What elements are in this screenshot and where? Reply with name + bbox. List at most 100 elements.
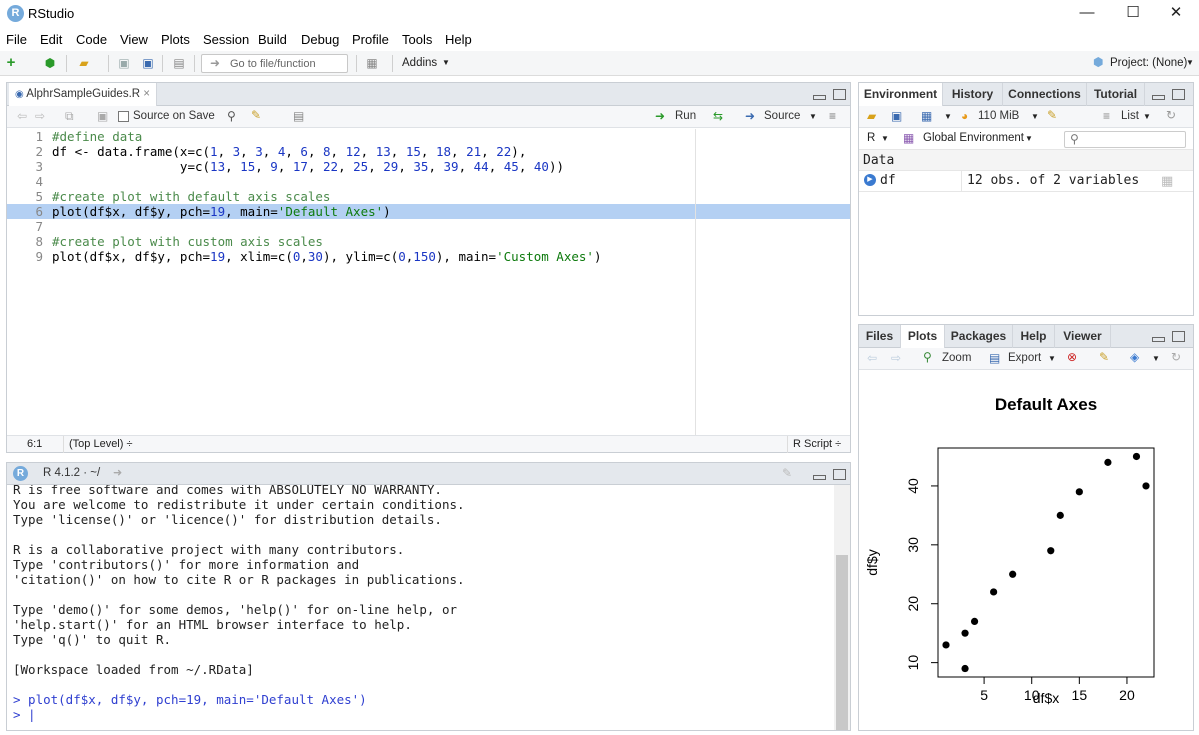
print-icon[interactable]: ▤: [171, 55, 187, 71]
code-line[interactable]: 6 plot(df$x, df$y, pch=19, main='Default …: [7, 204, 850, 219]
tab-environment[interactable]: Environment: [859, 83, 943, 107]
code-line[interactable]: 8 #create plot with custom axis scales: [7, 234, 850, 249]
tab-files[interactable]: Files: [859, 325, 901, 348]
code-line[interactable]: 2 df <- data.frame(x=c(1, 3, 3, 4, 6, 8, …: [7, 144, 850, 159]
save-all-icon[interactable]: ▣: [140, 55, 156, 71]
menu-edit[interactable]: Edit: [40, 32, 62, 47]
next-plot-icon[interactable]: ⇨: [891, 351, 901, 365]
menu-profile[interactable]: Profile: [352, 32, 389, 47]
open-file-icon[interactable]: ▰: [76, 55, 92, 71]
project-dropdown-icon[interactable]: ▼: [1186, 58, 1194, 67]
console-prompt[interactable]: > |: [13, 707, 465, 722]
tab-history[interactable]: History: [943, 83, 1003, 106]
list-dropdown-icon[interactable]: ▼: [1143, 112, 1151, 121]
menu-build[interactable]: Build: [258, 32, 287, 47]
import-dataset-icon[interactable]: ▦: [921, 109, 932, 123]
refresh-plot-icon[interactable]: ↻: [1171, 350, 1181, 364]
remove-plot-icon[interactable]: ⊗: [1067, 350, 1077, 364]
load-workspace-icon[interactable]: ▰: [867, 109, 876, 123]
plots-maximize-icon[interactable]: [1172, 331, 1185, 342]
source-dropdown-icon[interactable]: ▼: [809, 112, 817, 121]
forward-icon[interactable]: ⇨: [35, 109, 45, 123]
plots-minimize-icon[interactable]: [1152, 337, 1165, 342]
clear-plots-icon[interactable]: ✎: [1099, 350, 1109, 364]
console-maximize-icon[interactable]: [833, 469, 846, 480]
code-line[interactable]: 4: [7, 174, 850, 189]
save-file-icon[interactable]: ▣: [97, 109, 108, 123]
refresh-icon[interactable]: ↻: [1166, 108, 1176, 122]
tab-viewer[interactable]: Viewer: [1055, 325, 1111, 348]
global-environment-selector[interactable]: Global Environment: [923, 132, 1024, 144]
code-line[interactable]: 7: [7, 219, 850, 234]
menu-file[interactable]: File: [6, 32, 27, 47]
addins-dropdown-icon[interactable]: ▼: [442, 58, 450, 67]
menu-plots[interactable]: Plots: [161, 32, 190, 47]
save-workspace-icon[interactable]: ▣: [891, 109, 902, 123]
environment-row-df[interactable]: ▶ df 12 obs. of 2 variables ▦: [859, 171, 1193, 192]
export-dropdown-icon[interactable]: ▼: [1048, 354, 1056, 363]
minimize-pane-icon[interactable]: [813, 95, 826, 100]
tab-source-file[interactable]: ◉ AlphrSampleGuides.R ×: [9, 83, 157, 107]
source-button[interactable]: Source: [764, 110, 800, 122]
menu-help[interactable]: Help: [445, 32, 472, 47]
code-line[interactable]: 9 plot(df$x, df$y, pch=19, xlim=c(0,30), …: [7, 249, 850, 264]
memory-dropdown-icon[interactable]: ▼: [1031, 112, 1039, 121]
env-minimize-icon[interactable]: [1152, 95, 1165, 100]
menu-view[interactable]: View: [120, 32, 148, 47]
menu-tools[interactable]: Tools: [402, 32, 432, 47]
import-dropdown-icon[interactable]: ▼: [944, 112, 952, 121]
compile-report-icon[interactable]: ▤: [293, 109, 304, 123]
close-tab-icon[interactable]: ×: [143, 88, 150, 100]
code-editor[interactable]: 1 #define data 2 df <- data.frame(x=c(1, 3,…: [7, 129, 850, 435]
back-icon[interactable]: ⇦: [17, 109, 27, 123]
menu-debug[interactable]: Debug: [301, 32, 339, 47]
addins-menu[interactable]: Addins: [402, 57, 437, 69]
run-button[interactable]: Run: [675, 110, 696, 122]
environment-search-input[interactable]: ⚲: [1064, 131, 1186, 148]
source-on-save-checkbox[interactable]: [118, 111, 129, 122]
menu-session[interactable]: Session: [203, 32, 249, 47]
search-icon[interactable]: ⚲: [227, 109, 236, 123]
tab-help[interactable]: Help: [1013, 325, 1055, 348]
tab-packages[interactable]: Packages: [945, 325, 1013, 348]
rerun-icon[interactable]: ⇆: [713, 109, 723, 123]
go-to-directory-icon[interactable]: ➜: [113, 466, 122, 479]
expand-icon[interactable]: ▶: [864, 174, 876, 186]
new-project-icon[interactable]: ⬢: [42, 55, 58, 71]
show-in-window-icon[interactable]: ⧉: [65, 109, 74, 124]
publish-icon[interactable]: ◈: [1130, 350, 1139, 364]
code-line[interactable]: 1 #define data: [7, 129, 850, 144]
minimize-button[interactable]: —: [1064, 0, 1110, 28]
previous-plot-icon[interactable]: ⇦: [867, 351, 877, 365]
console-scrollbar[interactable]: [834, 485, 850, 730]
global-env-dropdown-icon[interactable]: ▼: [1025, 134, 1033, 143]
view-table-icon[interactable]: ▦: [1161, 173, 1173, 189]
grid-layout-icon[interactable]: ▦: [364, 55, 380, 71]
project-menu[interactable]: Project: (None): [1110, 57, 1187, 69]
new-file-icon[interactable]: +: [3, 55, 19, 71]
console-scrollbar-thumb[interactable]: [836, 555, 848, 730]
language-selector[interactable]: R: [867, 132, 875, 144]
close-button[interactable]: ✕: [1153, 0, 1199, 28]
zoom-button[interactable]: Zoom: [942, 352, 971, 364]
go-to-file-input[interactable]: ➜ Go to file/function: [201, 54, 348, 73]
maximize-button[interactable]: ☐: [1110, 0, 1156, 28]
code-line[interactable]: 3 y=c(13, 15, 9, 17, 22, 25, 29, 35, 39,…: [7, 159, 850, 174]
console-minimize-icon[interactable]: [813, 475, 826, 480]
clear-workspace-icon[interactable]: ✎: [1047, 108, 1057, 122]
save-icon[interactable]: ▣: [116, 55, 132, 71]
env-maximize-icon[interactable]: [1172, 89, 1185, 100]
clear-console-icon[interactable]: ✎: [782, 466, 792, 480]
scope-indicator[interactable]: (Top Level) ÷: [69, 438, 133, 450]
tab-connections[interactable]: Connections: [1003, 83, 1087, 106]
list-view-menu[interactable]: List: [1121, 110, 1139, 122]
console-output[interactable]: R is free software and comes with ABSOLU…: [7, 485, 850, 730]
magic-wand-icon[interactable]: ✎: [251, 108, 261, 122]
tab-plots[interactable]: Plots: [901, 325, 945, 349]
menu-code[interactable]: Code: [76, 32, 107, 47]
code-line[interactable]: 5 #create plot with default axis scales: [7, 189, 850, 204]
publish-dropdown-icon[interactable]: ▼: [1152, 354, 1160, 363]
outline-icon[interactable]: ≡: [829, 109, 836, 123]
maximize-pane-icon[interactable]: [833, 89, 846, 100]
tab-tutorial[interactable]: Tutorial: [1087, 83, 1145, 106]
